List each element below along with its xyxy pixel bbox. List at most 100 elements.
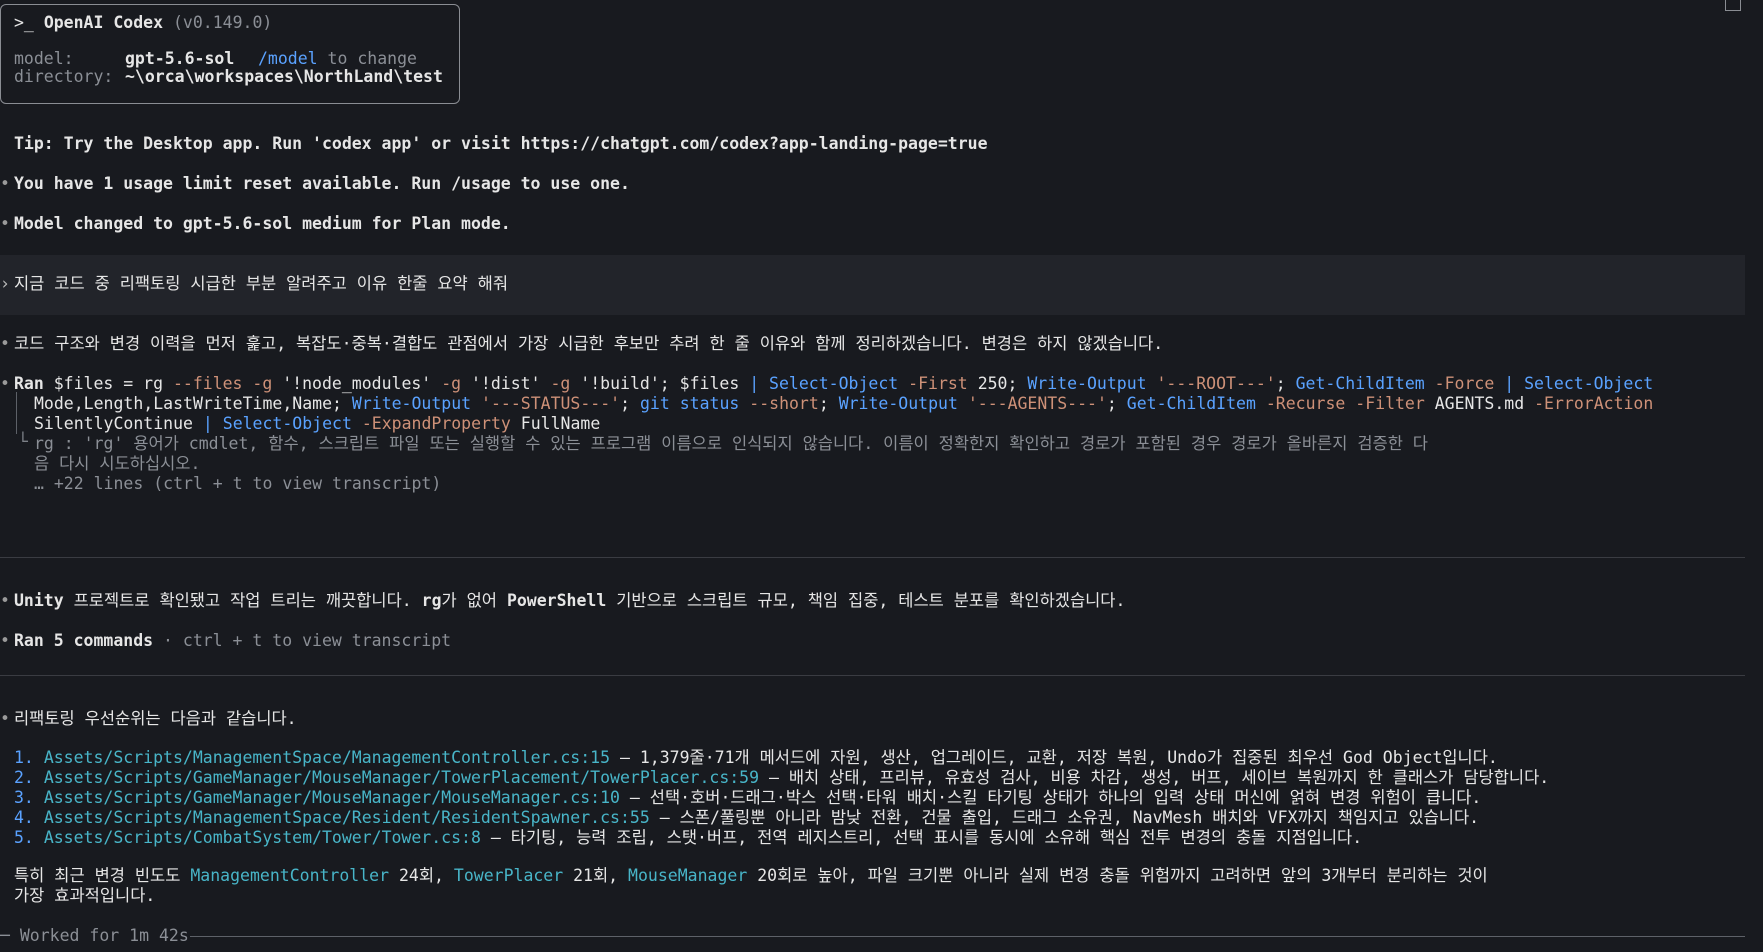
priority-number: 3.: [14, 788, 44, 807]
command-token: -g: [550, 374, 581, 393]
tree-connector: [16, 392, 17, 434]
command-token: '!node_modules': [282, 374, 442, 393]
command-token: '!dist': [471, 374, 551, 393]
footer-divider: [190, 936, 1745, 937]
command-token: -ErrorAction: [1534, 394, 1654, 413]
bullet-icon: •: [0, 174, 10, 193]
command-token: ; $files: [659, 374, 750, 393]
worked-footer: ─ Worked for 1m 42s: [0, 926, 189, 945]
priority-description: – 선택·호버·드래그·박스 선택·타워 배치·스킬 타기팅 상태가 하나의 입…: [619, 788, 1482, 807]
priority-file-link[interactable]: Assets/Scripts/CombatSystem/Tower/Tower.…: [44, 828, 481, 847]
bullet-icon: •: [0, 591, 10, 610]
priority-description: – 1,379줄·71개 메서드에 자원, 생산, 업그레이드, 교환, 저장 …: [610, 748, 1498, 767]
command-token: AGENTS.md: [1434, 394, 1535, 413]
command-token: --files -g: [172, 374, 283, 393]
bullet-icon: •: [0, 631, 10, 650]
ran-command-line-1: Ran $files = rg --files -g '!node_module…: [14, 374, 1653, 394]
output-branch-icon: └: [18, 432, 28, 451]
model-value: gpt-5.6-sol: [125, 49, 235, 68]
priority-number: 1.: [14, 748, 44, 767]
priority-description: – 타기팅, 능력 조립, 스탯·버프, 전역 레지스트리, 선택 표시를 동시…: [480, 828, 1363, 847]
summary-file-ref[interactable]: ManagementController: [190, 866, 389, 885]
priority-description: – 스폰/풀링뿐 아니라 밤낮 전환, 건물 출입, 드래그 소유권, NavM…: [649, 808, 1480, 827]
priority-file-link[interactable]: Assets/Scripts/GameManager/MouseManager/…: [44, 788, 620, 807]
bullet-icon: •: [0, 374, 10, 393]
command-token: Write-Output: [351, 394, 482, 413]
priority-file-link[interactable]: Assets/Scripts/GameManager/MouseManager/…: [44, 768, 759, 787]
new-window-icon[interactable]: [1725, 0, 1741, 11]
command-token: SilentlyContinue: [34, 414, 203, 433]
tip-text: Tip: Try the Desktop app. Run 'codex app…: [14, 134, 988, 153]
notice-model-changed: Model changed to gpt-5.6-sol medium for …: [14, 214, 511, 233]
model-hint: to change: [317, 49, 417, 68]
priority-number: 4.: [14, 808, 44, 827]
divider: [0, 675, 1745, 676]
command-token: '!build': [580, 374, 660, 393]
model-line: model: gpt-5.6-sol/model to change: [14, 49, 417, 69]
command-token: Write-Output: [1027, 374, 1157, 393]
divider: [0, 557, 1745, 558]
ran-commands-summary[interactable]: Ran 5 commands · ctrl + t to view transc…: [14, 631, 451, 651]
priority-number: 5.: [14, 828, 44, 847]
command-token: -Force: [1434, 374, 1505, 393]
priority-description: – 배치 상태, 프리뷰, 유효성 검사, 비용 차감, 생성, 버프, 세이브…: [759, 768, 1550, 787]
command-token: git status: [639, 394, 750, 413]
directory-label: directory:: [14, 67, 114, 86]
command-token: ;: [818, 394, 839, 413]
command-token: ;: [620, 394, 640, 413]
priority-title: 리팩토링 우선순위는 다음과 같습니다.: [14, 709, 297, 728]
header-title-line: >_ OpenAI Codex (v0.149.0): [14, 13, 272, 33]
command-token: $files = rg: [43, 374, 173, 393]
command-token: | Select-Object: [1504, 374, 1654, 393]
command-output-error-cont: 음 다시 시도하십시오.: [34, 454, 201, 473]
priority-item: 5. Assets/Scripts/CombatSystem/Tower/Tow…: [14, 828, 1362, 848]
bullet-icon: •: [0, 334, 10, 353]
summary-line-2: 가장 효과적입니다.: [14, 886, 156, 905]
directory-value: ~\orca\workspaces\NorthLand\test: [125, 67, 443, 86]
command-token: --short: [749, 394, 819, 413]
worked-duration: Worked for 1m 42s: [19, 926, 189, 945]
command-token: '---ROOT---': [1156, 374, 1276, 393]
priority-number: 2.: [14, 768, 44, 787]
command-token: -g: [441, 374, 471, 393]
bullet-icon: •: [0, 709, 10, 728]
command-output-error: rg : 'rg' 용어가 cmdlet, 함수, 스크립트 파일 또는 실행할…: [34, 434, 1428, 453]
ran-commands-label: Ran 5 commands: [14, 631, 154, 650]
command-token: Get-ChildItem: [1126, 394, 1266, 413]
prompt-glyph: >_: [14, 13, 34, 32]
command-token: -First: [908, 374, 978, 393]
ran-command-line-2: Mode,Length,LastWriteTime,Name; Write-Ou…: [34, 394, 1653, 414]
command-token: | Select-Object: [202, 414, 362, 433]
command-token: Write-Output: [838, 394, 968, 413]
user-prompt-marker: ›: [0, 274, 10, 293]
command-token: | Select-Object: [749, 374, 909, 393]
ran-commands-hint: · ctrl + t to view transcript: [153, 631, 452, 650]
command-token: -Recurse -Filter: [1265, 394, 1435, 413]
model-label: model:: [14, 49, 74, 68]
ran-command-line-3: SilentlyContinue | Select-Object -Expand…: [34, 414, 600, 434]
truncated-lines-hint[interactable]: … +22 lines (ctrl + t to view transcript…: [34, 474, 441, 494]
priority-file-link[interactable]: Assets/Scripts/ManagementSpace/Managemen…: [44, 748, 610, 767]
ran-label: Ran: [14, 374, 44, 393]
summary-file-ref[interactable]: TowerPlacer: [454, 866, 563, 885]
command-token: '---AGENTS---': [967, 394, 1107, 413]
directory-line: directory: ~\orca\workspaces\NorthLand\te…: [14, 67, 443, 87]
command-token: FullName: [520, 414, 601, 433]
summary-file-ref[interactable]: MouseManager: [628, 866, 747, 885]
app-name: OpenAI Codex: [43, 13, 164, 32]
app-version: (v0.149.0): [172, 13, 273, 32]
command-token: ;: [1106, 394, 1127, 413]
assistant-status-message: Unity 프로젝트로 확인됐고 작업 트리는 깨끗합니다. rg가 없어 Po…: [14, 591, 1126, 610]
priority-item: 1. Assets/Scripts/ManagementSpace/Manage…: [14, 748, 1498, 768]
command-token: 250;: [977, 374, 1028, 393]
command-token: -ExpandProperty: [361, 414, 521, 433]
priority-item: 3. Assets/Scripts/GameManager/MouseManag…: [14, 788, 1481, 808]
priority-item: 2. Assets/Scripts/GameManager/MouseManag…: [14, 768, 1549, 788]
model-command: /model: [258, 49, 318, 68]
notice-usage: You have 1 usage limit reset available. …: [14, 174, 630, 193]
command-token: Mode,Length,LastWriteTime,Name;: [34, 394, 352, 413]
command-token: ;: [1275, 374, 1296, 393]
priority-item: 4. Assets/Scripts/ManagementSpace/Reside…: [14, 808, 1479, 828]
priority-file-link[interactable]: Assets/Scripts/ManagementSpace/Resident/…: [44, 808, 650, 827]
command-token: Get-ChildItem: [1295, 374, 1435, 393]
